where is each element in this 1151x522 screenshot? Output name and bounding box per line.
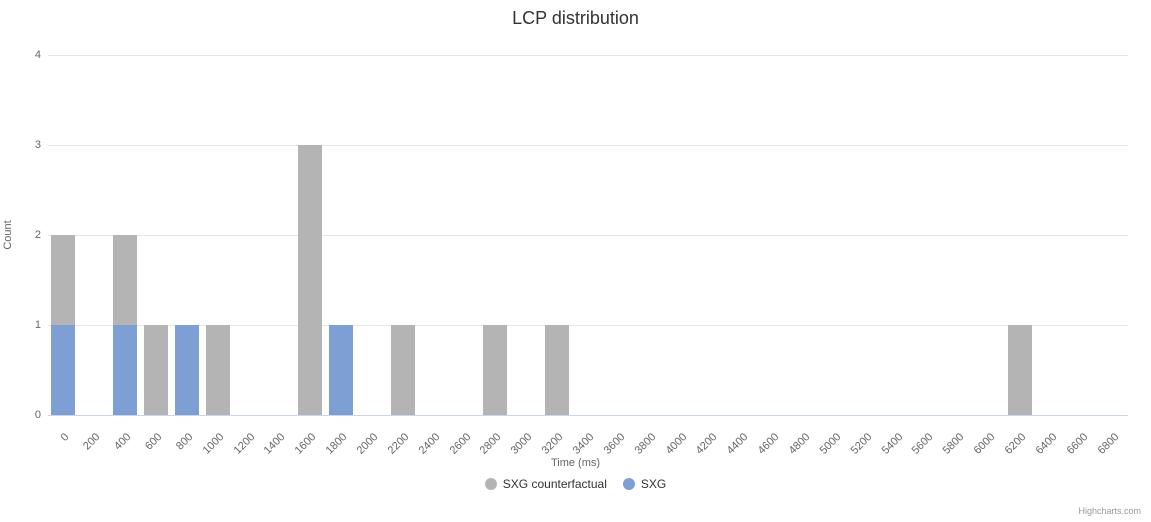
y-tick-label: 4 (11, 49, 41, 61)
bar-sxg[interactable] (51, 325, 75, 415)
legend-swatch-icon (485, 478, 497, 490)
legend-swatch-icon (623, 478, 635, 490)
x-tick-label: 2200 (403, 431, 411, 439)
x-tick-label: 1000 (218, 431, 226, 439)
x-tick-label: 2400 (434, 431, 442, 439)
x-tick-label: 3800 (650, 431, 658, 439)
chart-root: LCP distribution Count 01234 02004006008… (0, 0, 1151, 522)
bar-counterfactual[interactable] (483, 325, 507, 415)
x-tick-label: 400 (125, 431, 133, 439)
bar-counterfactual[interactable] (1008, 325, 1032, 415)
x-tick-label: 6600 (1082, 431, 1090, 439)
legend-item[interactable]: SXG (623, 477, 666, 491)
x-axis-title: Time (ms) (0, 457, 1151, 469)
y-tick-label: 3 (11, 139, 41, 151)
x-tick-label: 0 (63, 431, 71, 439)
x-tick-label: 600 (156, 431, 164, 439)
x-tick-label: 4400 (742, 431, 750, 439)
grid-line (48, 235, 1128, 236)
x-tick-label: 2800 (495, 431, 503, 439)
bar-counterfactual[interactable] (545, 325, 569, 415)
plot-area (48, 55, 1128, 415)
x-tick-label: 5200 (866, 431, 874, 439)
x-tick-label: 3000 (526, 431, 534, 439)
bar-sxg[interactable] (329, 325, 353, 415)
x-tick-label: 1200 (249, 431, 257, 439)
credits-link[interactable]: Highcharts.com (1078, 506, 1141, 516)
grid-line (48, 55, 1128, 56)
grid-line (48, 145, 1128, 146)
x-tick-label: 5400 (897, 431, 905, 439)
x-tick-label: 2000 (372, 431, 380, 439)
y-tick-label: 0 (11, 409, 41, 421)
x-tick-label: 3200 (557, 431, 565, 439)
x-axis-baseline (48, 415, 1128, 416)
x-tick-label: 3600 (619, 431, 627, 439)
x-tick-label: 5800 (958, 431, 966, 439)
legend-label: SXG (641, 477, 666, 491)
legend: SXG counterfactual SXG (0, 477, 1151, 493)
y-tick-label: 2 (11, 229, 41, 241)
bar-counterfactual[interactable] (144, 325, 168, 415)
bar-counterfactual[interactable] (206, 325, 230, 415)
x-tick-label: 6200 (1020, 431, 1028, 439)
x-tick-label: 4200 (711, 431, 719, 439)
x-tick-label: 5600 (927, 431, 935, 439)
bar-counterfactual[interactable] (298, 145, 322, 415)
bar-counterfactual[interactable] (391, 325, 415, 415)
x-tick-label: 4600 (773, 431, 781, 439)
x-tick-label: 6000 (989, 431, 997, 439)
x-tick-label: 5000 (835, 431, 843, 439)
legend-item[interactable]: SXG counterfactual (485, 477, 607, 491)
x-tick-label: 1600 (310, 431, 318, 439)
x-tick-label: 3400 (588, 431, 596, 439)
x-tick-label: 6800 (1113, 431, 1121, 439)
chart-title: LCP distribution (0, 8, 1151, 29)
bar-sxg[interactable] (175, 325, 199, 415)
x-tick-label: 1800 (341, 431, 349, 439)
x-tick-label: 200 (94, 431, 102, 439)
x-tick-label: 4800 (804, 431, 812, 439)
x-tick-label: 6400 (1051, 431, 1059, 439)
x-tick-label: 2600 (465, 431, 473, 439)
x-tick-label: 1400 (279, 431, 287, 439)
bar-sxg[interactable] (113, 325, 137, 415)
y-tick-label: 1 (11, 319, 41, 331)
x-tick-label: 4000 (681, 431, 689, 439)
legend-label: SXG counterfactual (503, 477, 607, 491)
x-tick-label: 800 (187, 431, 195, 439)
